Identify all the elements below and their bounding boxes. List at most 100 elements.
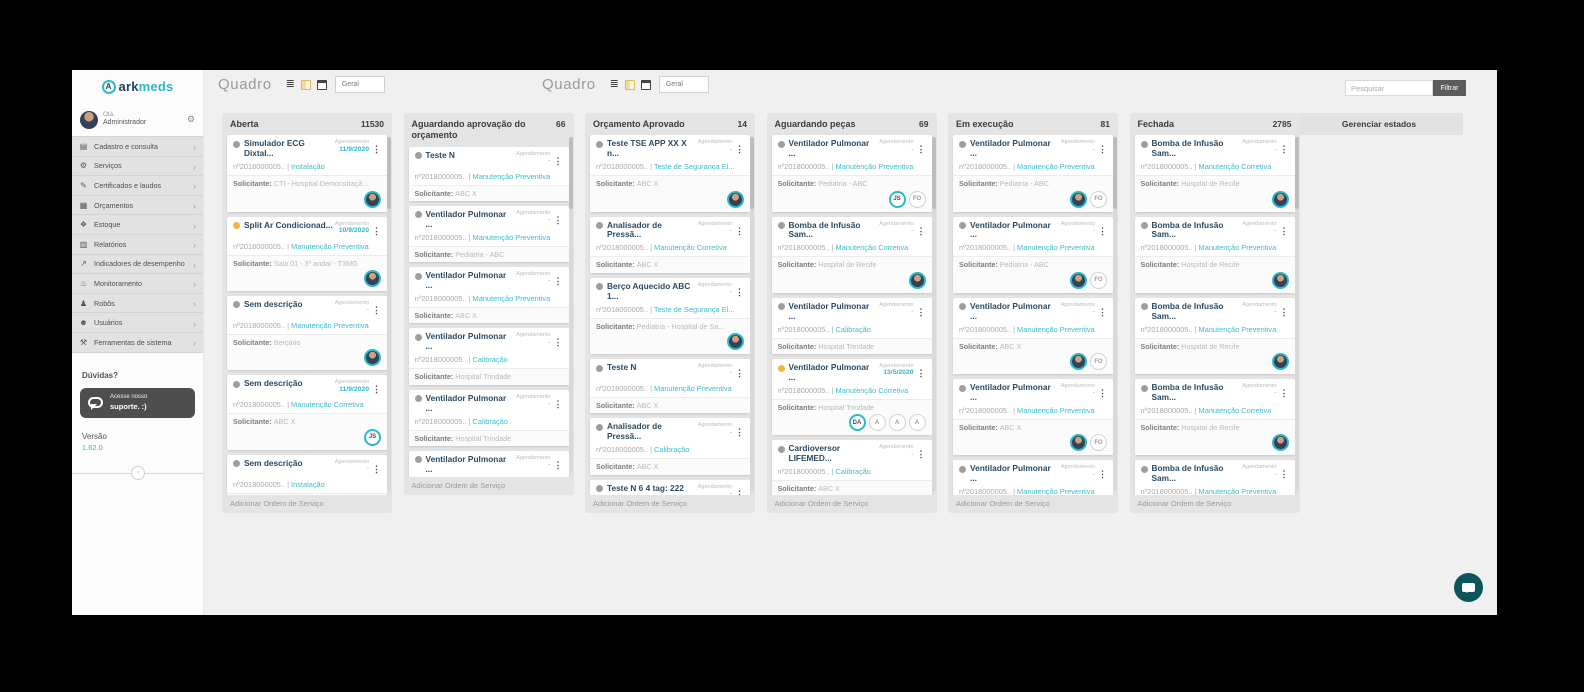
kebab-menu-icon[interactable] — [554, 210, 563, 228]
add-order-button[interactable]: Adicionar Ordem de Serviço — [404, 477, 574, 495]
service-type-link[interactable]: Manutenção Preventiva — [836, 162, 914, 171]
user-photo-avatar[interactable] — [1272, 191, 1289, 208]
service-order-card[interactable]: Simulador ECG Dixtal... Agendamento 11/9… — [227, 135, 387, 211]
scrollbar-thumb[interactable] — [1295, 137, 1299, 209]
service-order-card[interactable]: Ventilador Pulmonar ... Agendamento - nº… — [409, 267, 569, 323]
service-type-link[interactable]: Manutenção Preventiva — [473, 294, 551, 303]
kebab-menu-icon[interactable] — [735, 282, 744, 300]
kebab-menu-icon[interactable] — [372, 300, 381, 318]
kebab-menu-icon[interactable] — [735, 422, 744, 440]
kebab-menu-icon[interactable] — [554, 271, 563, 289]
kebab-menu-icon[interactable] — [554, 455, 563, 473]
kebab-menu-icon[interactable] — [372, 459, 381, 477]
service-type-link[interactable]: Calibração — [473, 355, 508, 364]
kebab-menu-icon[interactable] — [1280, 302, 1289, 320]
search-input[interactable] — [1345, 80, 1433, 96]
column-scrollbar[interactable] — [750, 137, 754, 491]
user-initials-avatar[interactable]: FO — [1090, 434, 1107, 451]
service-type-link[interactable]: Manutenção Corretiva — [1199, 162, 1272, 171]
settings-gear-icon[interactable]: ⚙ — [187, 114, 195, 125]
manage-states-button[interactable]: Gerenciar estados — [1295, 113, 1463, 135]
service-order-card[interactable]: Analisador de Pressã... Agendamento - nº… — [590, 418, 750, 474]
sidebar-item-indicadores-de-desempenho[interactable]: ↗ Indicadores de desempenho — [72, 255, 203, 275]
sidebar-item-ferramentas-de-sistema[interactable]: ⚒ Ferramentas de sistema — [72, 333, 203, 353]
service-order-card[interactable]: Ventilador Pulmonar ... Agendamento - nº… — [953, 217, 1113, 293]
kebab-menu-icon[interactable] — [735, 139, 744, 157]
user-initials-avatar[interactable]: A — [869, 414, 886, 431]
service-type-link[interactable]: Teste de Segurança El... — [654, 162, 735, 171]
service-type-link[interactable]: Manutenção Preventiva — [291, 242, 369, 251]
user-photo-avatar[interactable] — [727, 333, 744, 350]
column-scrollbar[interactable] — [387, 137, 391, 491]
service-type-link[interactable]: Manutenção Preventiva — [1017, 487, 1095, 495]
service-order-card[interactable]: Ventilador Pulmonar ... Agendamento - nº… — [772, 135, 932, 211]
scrollbar-thumb[interactable] — [1113, 137, 1117, 209]
board-filter-select[interactable]: Geral — [335, 76, 385, 93]
service-order-card[interactable]: Bomba de Infusão Sam... Agendamento - nº… — [1135, 379, 1295, 455]
user-photo-avatar[interactable] — [1070, 434, 1087, 451]
service-type-link[interactable]: Instalação — [291, 162, 325, 171]
service-type-link[interactable]: Manutenção Preventiva — [473, 172, 551, 181]
service-order-card[interactable]: Analisador de Pressã... Agendamento - nº… — [590, 217, 750, 273]
sidebar-item-rob-s[interactable]: ♟ Robôs — [72, 294, 203, 314]
user-photo-avatar[interactable] — [364, 270, 381, 287]
service-order-card[interactable]: Sem descrição Agendamento - nº2018000005… — [227, 455, 387, 495]
user-photo-avatar[interactable] — [727, 191, 744, 208]
user-initials-avatar[interactable]: JS — [364, 429, 381, 446]
service-type-link[interactable]: Manutenção Corretiva — [654, 243, 727, 252]
kebab-menu-icon[interactable] — [1280, 221, 1289, 239]
service-type-link[interactable]: Manutenção Preventiva — [1199, 487, 1277, 495]
service-type-link[interactable]: Calibração — [654, 445, 689, 454]
column-scrollbar[interactable] — [932, 137, 936, 491]
kebab-menu-icon[interactable] — [735, 363, 744, 381]
sidebar-item-estoque[interactable]: ❖ Estoque — [72, 215, 203, 235]
kebab-menu-icon[interactable] — [1098, 464, 1107, 482]
service-type-link[interactable]: Manutenção Preventiva — [1017, 243, 1095, 252]
service-order-card[interactable]: Ventilador Pulmonar ... Agendamento - nº… — [953, 298, 1113, 374]
list-view-icon[interactable] — [610, 79, 619, 90]
kebab-menu-icon[interactable] — [917, 363, 926, 381]
user-initials-avatar[interactable]: FO — [1090, 272, 1107, 289]
add-order-button[interactable]: Adicionar Ordem de Serviço — [948, 495, 1118, 513]
service-type-link[interactable]: Calibração — [473, 417, 508, 426]
list-view-icon[interactable] — [286, 79, 295, 90]
service-type-link[interactable]: Manutenção Corretiva — [836, 243, 909, 252]
kebab-menu-icon[interactable] — [735, 221, 744, 239]
filter-button[interactable]: Filtrar — [1433, 80, 1466, 96]
user-photo-avatar[interactable] — [1272, 272, 1289, 289]
chat-widget-button[interactable] — [1454, 573, 1483, 602]
service-order-card[interactable]: Ventilador Pulmonar ... Agendamento 13/5… — [772, 359, 932, 435]
sidebar-item-cadastro-e-consulta[interactable]: ▤ Cadastro e consulta — [72, 137, 203, 157]
kebab-menu-icon[interactable] — [554, 394, 563, 412]
kebab-menu-icon[interactable] — [372, 221, 381, 239]
kebab-menu-icon[interactable] — [1098, 139, 1107, 157]
add-order-button[interactable]: Adicionar Ordem de Serviço — [1130, 495, 1300, 513]
service-type-link[interactable]: Manutenção Corretiva — [1199, 406, 1272, 415]
user-photo-avatar[interactable] — [1272, 353, 1289, 370]
user-photo-avatar[interactable] — [1070, 272, 1087, 289]
kebab-menu-icon[interactable] — [1098, 221, 1107, 239]
service-order-card[interactable]: Cardioversor LIFEMED... Agendamento - nº… — [772, 440, 932, 495]
service-order-card[interactable]: Ventilador Pulmonar ... Agendamento - nº… — [953, 460, 1113, 495]
user-initials-avatar[interactable]: DA — [849, 414, 866, 431]
scrollbar-thumb[interactable] — [750, 137, 754, 209]
service-type-link[interactable]: Manutenção Corretiva — [836, 386, 909, 395]
service-order-card[interactable]: Split Ar Condicionad... Agendamento 10/9… — [227, 217, 387, 291]
service-order-card[interactable]: Teste N Agendamento - nº2018000005.. | M… — [590, 359, 750, 413]
kebab-menu-icon[interactable] — [1098, 383, 1107, 401]
user-photo-avatar[interactable] — [364, 191, 381, 208]
service-order-card[interactable]: Ventilador Pulmonar ... Agendamento - nº… — [409, 390, 569, 446]
service-order-card[interactable]: Sem descrição Agendamento 11/9/2020 nº20… — [227, 375, 387, 449]
service-order-card[interactable]: Berço Aquecido ABC 1... Agendamento - nº… — [590, 278, 750, 354]
sidebar-item-relat-rios[interactable]: ▥ Relatórios — [72, 235, 203, 255]
scrollbar-thumb[interactable] — [932, 137, 936, 209]
add-order-button[interactable]: Adicionar Ordem de Serviço — [767, 495, 937, 513]
version-value[interactable]: 1.62.0 — [82, 443, 203, 452]
sidebar-item-certificados-e-laudos[interactable]: ✎ Certificados e laudos — [72, 176, 203, 196]
kebab-menu-icon[interactable] — [917, 221, 926, 239]
service-order-card[interactable]: Sem descrição Agendamento - nº2018000005… — [227, 296, 387, 370]
column-scrollbar[interactable] — [1295, 137, 1299, 491]
service-type-link[interactable]: Manutenção Preventiva — [473, 233, 551, 242]
kebab-menu-icon[interactable] — [1280, 464, 1289, 482]
kebab-menu-icon[interactable] — [1098, 302, 1107, 320]
